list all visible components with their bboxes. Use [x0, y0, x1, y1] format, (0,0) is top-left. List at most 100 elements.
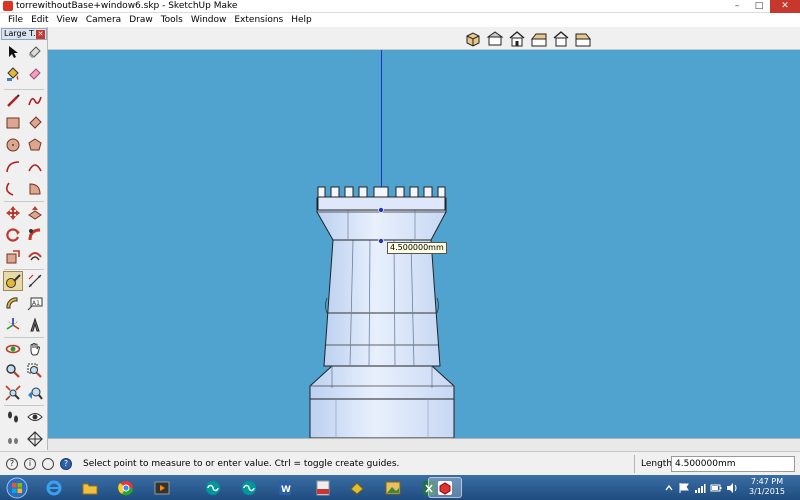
menu-camera[interactable]: Camera: [82, 13, 125, 27]
taskbar-pdf[interactable]: [306, 477, 340, 498]
taskbar-arduino[interactable]: [196, 477, 230, 498]
pan-tool[interactable]: [25, 339, 45, 359]
follow-me-tool[interactable]: [25, 225, 45, 245]
back-view-icon: [553, 31, 569, 47]
rectangle-tool[interactable]: [3, 113, 23, 133]
taskbar-word[interactable]: W: [268, 477, 302, 498]
minimize-button[interactable]: –: [726, 0, 748, 13]
user-icon[interactable]: [42, 458, 54, 470]
menu-extensions[interactable]: Extensions: [230, 13, 287, 27]
position-camera-tool[interactable]: [3, 429, 23, 449]
taskbar-ie[interactable]: [37, 477, 71, 498]
axes-icon: [6, 318, 20, 330]
taskbar-sketchup[interactable]: [428, 477, 462, 498]
menu-edit[interactable]: Edit: [27, 13, 52, 27]
flag-icon[interactable]: [678, 482, 690, 494]
start-button[interactable]: [2, 476, 32, 499]
offset-tool[interactable]: [25, 247, 45, 267]
taskbar-photo[interactable]: [376, 477, 410, 498]
push-pull-tool[interactable]: [25, 203, 45, 223]
system-clock[interactable]: 7:47 PM 3/1/2015: [742, 477, 792, 497]
protractor-tool[interactable]: [3, 293, 23, 313]
two-point-arc-tool[interactable]: [25, 157, 45, 177]
eraser-tool[interactable]: [25, 42, 45, 62]
menu-window[interactable]: Window: [187, 13, 231, 27]
iso-view-button[interactable]: [463, 29, 483, 49]
left-view-icon: [575, 33, 592, 47]
scale-icon: [6, 250, 20, 264]
measurements-label: Length: [641, 459, 673, 469]
palette-separator: [4, 337, 44, 338]
right-view-icon: [530, 33, 547, 47]
three-point-arc-tool[interactable]: [3, 179, 23, 199]
zoom-extents-tool[interactable]: [3, 383, 23, 403]
previous-view-tool[interactable]: [25, 383, 45, 403]
previous-view-icon: [28, 387, 43, 400]
axes-tool[interactable]: [3, 315, 23, 335]
section-plane-tool[interactable]: [25, 429, 45, 449]
polygon-tool[interactable]: [25, 135, 45, 155]
volume-icon[interactable]: [726, 482, 738, 494]
front-view-button[interactable]: [507, 29, 527, 49]
menu-view[interactable]: View: [53, 13, 82, 27]
tray-expand-icon[interactable]: [664, 483, 674, 493]
walk-tool[interactable]: [3, 407, 23, 427]
maximize-button[interactable]: □: [748, 0, 770, 13]
taskbar-explorer[interactable]: [73, 477, 107, 498]
palette-title-bar[interactable]: Large T... ✕: [1, 28, 47, 40]
svg-text:W: W: [281, 485, 291, 495]
3d-text-tool[interactable]: [25, 315, 45, 335]
push-pull-icon: [28, 206, 42, 220]
instructor-help-icon[interactable]: ?: [60, 458, 72, 470]
menu-tools[interactable]: Tools: [157, 13, 187, 27]
left-view-button[interactable]: [573, 29, 593, 49]
component-eraser-icon: [29, 68, 41, 80]
rotated-rectangle-tool[interactable]: [25, 113, 45, 133]
move-tool[interactable]: [3, 203, 23, 223]
circle-tool[interactable]: [3, 135, 23, 155]
dimension-tool[interactable]: [25, 271, 45, 291]
taskbar-arduino-2[interactable]: [232, 477, 266, 498]
pie-tool[interactable]: [25, 179, 45, 199]
paint-bucket-tool[interactable]: [3, 64, 23, 84]
move-arrows-icon: [6, 206, 20, 220]
line-tool[interactable]: [3, 91, 23, 111]
taskbar-cura[interactable]: [340, 477, 374, 498]
orbit-tool[interactable]: [3, 339, 23, 359]
look-around-tool[interactable]: [25, 407, 45, 427]
measure-tooltip: 4.500000mm: [387, 242, 447, 254]
battery-icon[interactable]: [710, 482, 722, 494]
network-icon[interactable]: [694, 482, 706, 494]
model-viewport[interactable]: 4.500000mm: [48, 50, 800, 438]
two-point-arc-icon: [28, 164, 42, 172]
zoom-window-tool[interactable]: [25, 361, 45, 381]
zoom-tool[interactable]: [3, 361, 23, 381]
taskbar-chrome[interactable]: [109, 477, 143, 498]
palette-close-button[interactable]: ✕: [36, 30, 45, 39]
scale-tool[interactable]: [3, 247, 23, 267]
back-view-button[interactable]: [551, 29, 571, 49]
menu-file[interactable]: File: [4, 13, 27, 27]
measurements-input[interactable]: [671, 456, 795, 472]
arc-tool[interactable]: [3, 157, 23, 177]
rotate-tool[interactable]: [3, 225, 23, 245]
tape-measure-tool[interactable]: [3, 271, 23, 291]
toolbar-strip: [0, 27, 800, 50]
geo-location-icon[interactable]: ?: [6, 458, 18, 470]
right-view-button[interactable]: [529, 29, 549, 49]
zoom-extents-icon: [5, 385, 21, 401]
eraser-icon: [29, 46, 41, 58]
taskbar-media[interactable]: [145, 477, 179, 498]
top-view-button[interactable]: [485, 29, 505, 49]
make-component-tool[interactable]: [25, 64, 45, 84]
tool-group-construction: A1: [3, 271, 45, 335]
menu-draw[interactable]: Draw: [125, 13, 157, 27]
credits-icon[interactable]: i: [24, 458, 36, 470]
select-tool[interactable]: [3, 42, 23, 62]
menu-help[interactable]: Help: [287, 13, 316, 27]
taskbar: W 7:47 PM 3/1/2015: [0, 475, 800, 500]
freehand-tool[interactable]: [25, 91, 45, 111]
text-tool[interactable]: A1: [25, 293, 45, 313]
close-button[interactable]: ✕: [770, 0, 800, 13]
three-point-arc-icon: [5, 182, 14, 196]
